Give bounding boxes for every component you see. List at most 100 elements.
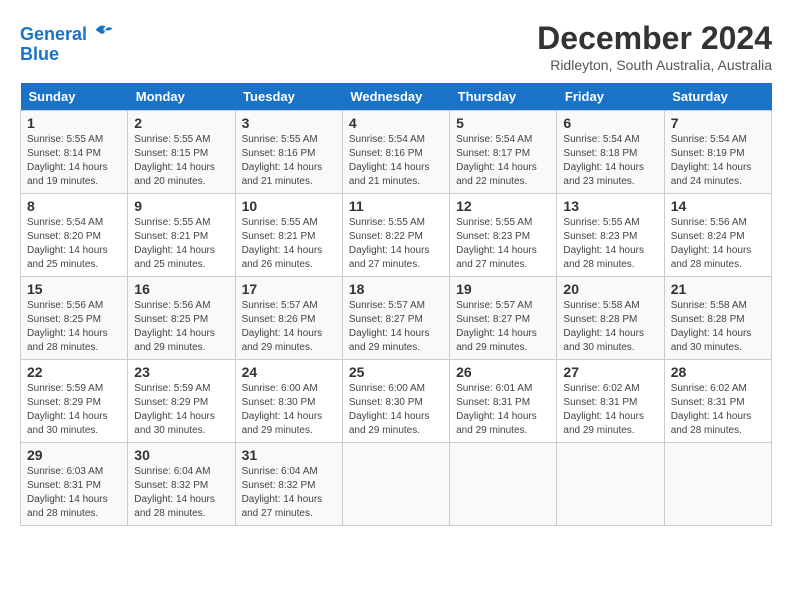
calendar-week-row: 1Sunrise: 5:55 AMSunset: 8:14 PMDaylight… [21, 111, 772, 194]
calendar-body: 1Sunrise: 5:55 AMSunset: 8:14 PMDaylight… [21, 111, 772, 526]
day-detail: Sunrise: 5:55 AMSunset: 8:22 PMDaylight:… [349, 216, 443, 272]
day-detail: Sunrise: 5:55 AMSunset: 8:23 PMDaylight:… [563, 216, 657, 272]
day-number: 8 [27, 198, 121, 214]
location-subtitle: Ridleyton, South Australia, Australia [537, 57, 772, 73]
day-detail: Sunrise: 5:54 AMSunset: 8:20 PMDaylight:… [27, 216, 121, 272]
day-number: 28 [671, 364, 765, 380]
logo-text-general: General [20, 24, 87, 44]
calendar-cell [342, 443, 449, 526]
day-detail: Sunrise: 5:54 AMSunset: 8:19 PMDaylight:… [671, 133, 765, 189]
calendar-table: SundayMondayTuesdayWednesdayThursdayFrid… [20, 83, 772, 526]
day-detail: Sunrise: 5:55 AMSunset: 8:21 PMDaylight:… [242, 216, 336, 272]
day-number: 25 [349, 364, 443, 380]
day-number: 13 [563, 198, 657, 214]
calendar-week-row: 15 Sunrise: 5:56 AMSunset: 8:25 PMDayligh… [21, 277, 772, 360]
weekday-header-friday: Friday [557, 83, 664, 111]
day-detail: Sunrise: 6:02 AMSunset: 8:31 PMDaylight:… [671, 382, 765, 438]
calendar-cell: 25 Sunrise: 6:00 AMSunset: 8:30 PMDayligh… [342, 360, 449, 443]
day-detail: Sunrise: 5:55 AMSunset: 8:23 PMDaylight:… [456, 216, 550, 272]
day-number: 16 [134, 281, 228, 297]
day-number: 12 [456, 198, 550, 214]
day-detail: Sunrise: 5:55 AMSunset: 8:15 PMDaylight:… [134, 133, 228, 189]
calendar-cell: 13 Sunrise: 5:55 AMSunset: 8:23 PMDayligh… [557, 194, 664, 277]
weekday-header-sunday: Sunday [21, 83, 128, 111]
logo-bird-icon [94, 20, 114, 40]
day-number: 20 [563, 281, 657, 297]
day-detail: Sunrise: 5:57 AMSunset: 8:26 PMDaylight:… [242, 299, 336, 355]
calendar-cell: 14 Sunrise: 5:56 AMSunset: 8:24 PMDayligh… [664, 194, 771, 277]
day-detail: Sunrise: 6:04 AMSunset: 8:32 PMDaylight:… [134, 465, 228, 521]
day-number: 14 [671, 198, 765, 214]
day-detail: Sunrise: 5:57 AMSunset: 8:27 PMDaylight:… [349, 299, 443, 355]
weekday-header-tuesday: Tuesday [235, 83, 342, 111]
calendar-cell: 4 Sunrise: 5:54 AMSunset: 8:16 PMDaylight… [342, 111, 449, 194]
calendar-cell: 20Sunrise: 5:58 AMSunset: 8:28 PMDayligh… [557, 277, 664, 360]
calendar-cell: 27Sunrise: 6:02 AMSunset: 8:31 PMDayligh… [557, 360, 664, 443]
calendar-cell: 29 Sunrise: 6:03 AMSunset: 8:31 PMDayligh… [21, 443, 128, 526]
day-number: 29 [27, 447, 121, 463]
page-header: General Blue December 2024 Ridleyton, So… [20, 20, 772, 73]
calendar-cell: 5 Sunrise: 5:54 AMSunset: 8:17 PMDaylight… [450, 111, 557, 194]
logo-text-blue: Blue [20, 44, 59, 64]
weekday-header-monday: Monday [128, 83, 235, 111]
calendar-cell: 11 Sunrise: 5:55 AMSunset: 8:22 PMDayligh… [342, 194, 449, 277]
day-detail: Sunrise: 6:01 AMSunset: 8:31 PMDaylight:… [456, 382, 550, 438]
calendar-cell: 9Sunrise: 5:55 AMSunset: 8:21 PMDaylight… [128, 194, 235, 277]
calendar-cell: 6 Sunrise: 5:54 AMSunset: 8:18 PMDaylight… [557, 111, 664, 194]
day-number: 1 [27, 115, 121, 131]
calendar-cell: 8 Sunrise: 5:54 AMSunset: 8:20 PMDaylight… [21, 194, 128, 277]
calendar-cell: 24Sunrise: 6:00 AMSunset: 8:30 PMDayligh… [235, 360, 342, 443]
day-number: 31 [242, 447, 336, 463]
day-detail: Sunrise: 5:55 AMSunset: 8:21 PMDaylight:… [134, 216, 228, 272]
calendar-week-row: 22 Sunrise: 5:59 AMSunset: 8:29 PMDayligh… [21, 360, 772, 443]
day-detail: Sunrise: 5:57 AMSunset: 8:27 PMDaylight:… [456, 299, 550, 355]
day-number: 27 [563, 364, 657, 380]
day-detail: Sunrise: 5:54 AMSunset: 8:18 PMDaylight:… [563, 133, 657, 189]
day-number: 7 [671, 115, 765, 131]
day-detail: Sunrise: 5:54 AMSunset: 8:17 PMDaylight:… [456, 133, 550, 189]
day-number: 11 [349, 198, 443, 214]
day-number: 10 [242, 198, 336, 214]
weekday-header-row: SundayMondayTuesdayWednesdayThursdayFrid… [21, 83, 772, 111]
day-number: 5 [456, 115, 550, 131]
day-number: 6 [563, 115, 657, 131]
calendar-cell: 17Sunrise: 5:57 AMSunset: 8:26 PMDayligh… [235, 277, 342, 360]
weekday-header-saturday: Saturday [664, 83, 771, 111]
calendar-cell [557, 443, 664, 526]
calendar-cell: 1Sunrise: 5:55 AMSunset: 8:14 PMDaylight… [21, 111, 128, 194]
day-detail: Sunrise: 5:54 AMSunset: 8:16 PMDaylight:… [349, 133, 443, 189]
calendar-week-row: 8 Sunrise: 5:54 AMSunset: 8:20 PMDaylight… [21, 194, 772, 277]
day-detail: Sunrise: 5:56 AMSunset: 8:24 PMDaylight:… [671, 216, 765, 272]
day-detail: Sunrise: 5:56 AMSunset: 8:25 PMDaylight:… [27, 299, 121, 355]
day-number: 18 [349, 281, 443, 297]
day-number: 22 [27, 364, 121, 380]
calendar-cell: 21Sunrise: 5:58 AMSunset: 8:28 PMDayligh… [664, 277, 771, 360]
day-number: 24 [242, 364, 336, 380]
day-number: 4 [349, 115, 443, 131]
day-detail: Sunrise: 5:59 AMSunset: 8:29 PMDaylight:… [27, 382, 121, 438]
calendar-cell: 26Sunrise: 6:01 AMSunset: 8:31 PMDayligh… [450, 360, 557, 443]
weekday-header-wednesday: Wednesday [342, 83, 449, 111]
day-number: 2 [134, 115, 228, 131]
calendar-cell [664, 443, 771, 526]
title-area: December 2024 Ridleyton, South Australia… [537, 20, 772, 73]
day-detail: Sunrise: 6:00 AMSunset: 8:30 PMDaylight:… [349, 382, 443, 438]
calendar-cell: 23Sunrise: 5:59 AMSunset: 8:29 PMDayligh… [128, 360, 235, 443]
calendar-cell: 2 Sunrise: 5:55 AMSunset: 8:15 PMDaylight… [128, 111, 235, 194]
calendar-cell [450, 443, 557, 526]
calendar-cell: 10 Sunrise: 5:55 AMSunset: 8:21 PMDayligh… [235, 194, 342, 277]
day-detail: Sunrise: 5:58 AMSunset: 8:28 PMDaylight:… [671, 299, 765, 355]
calendar-cell: 15 Sunrise: 5:56 AMSunset: 8:25 PMDayligh… [21, 277, 128, 360]
calendar-cell: 31Sunrise: 6:04 AMSunset: 8:32 PMDayligh… [235, 443, 342, 526]
day-detail: Sunrise: 6:03 AMSunset: 8:31 PMDaylight:… [27, 465, 121, 521]
calendar-cell: 19Sunrise: 5:57 AMSunset: 8:27 PMDayligh… [450, 277, 557, 360]
calendar-cell: 12 Sunrise: 5:55 AMSunset: 8:23 PMDayligh… [450, 194, 557, 277]
day-number: 15 [27, 281, 121, 297]
calendar-cell: 18 Sunrise: 5:57 AMSunset: 8:27 PMDayligh… [342, 277, 449, 360]
logo: General Blue [20, 20, 114, 65]
day-number: 3 [242, 115, 336, 131]
day-number: 30 [134, 447, 228, 463]
calendar-cell: 16Sunrise: 5:56 AMSunset: 8:25 PMDayligh… [128, 277, 235, 360]
weekday-header-thursday: Thursday [450, 83, 557, 111]
month-title: December 2024 [537, 20, 772, 57]
